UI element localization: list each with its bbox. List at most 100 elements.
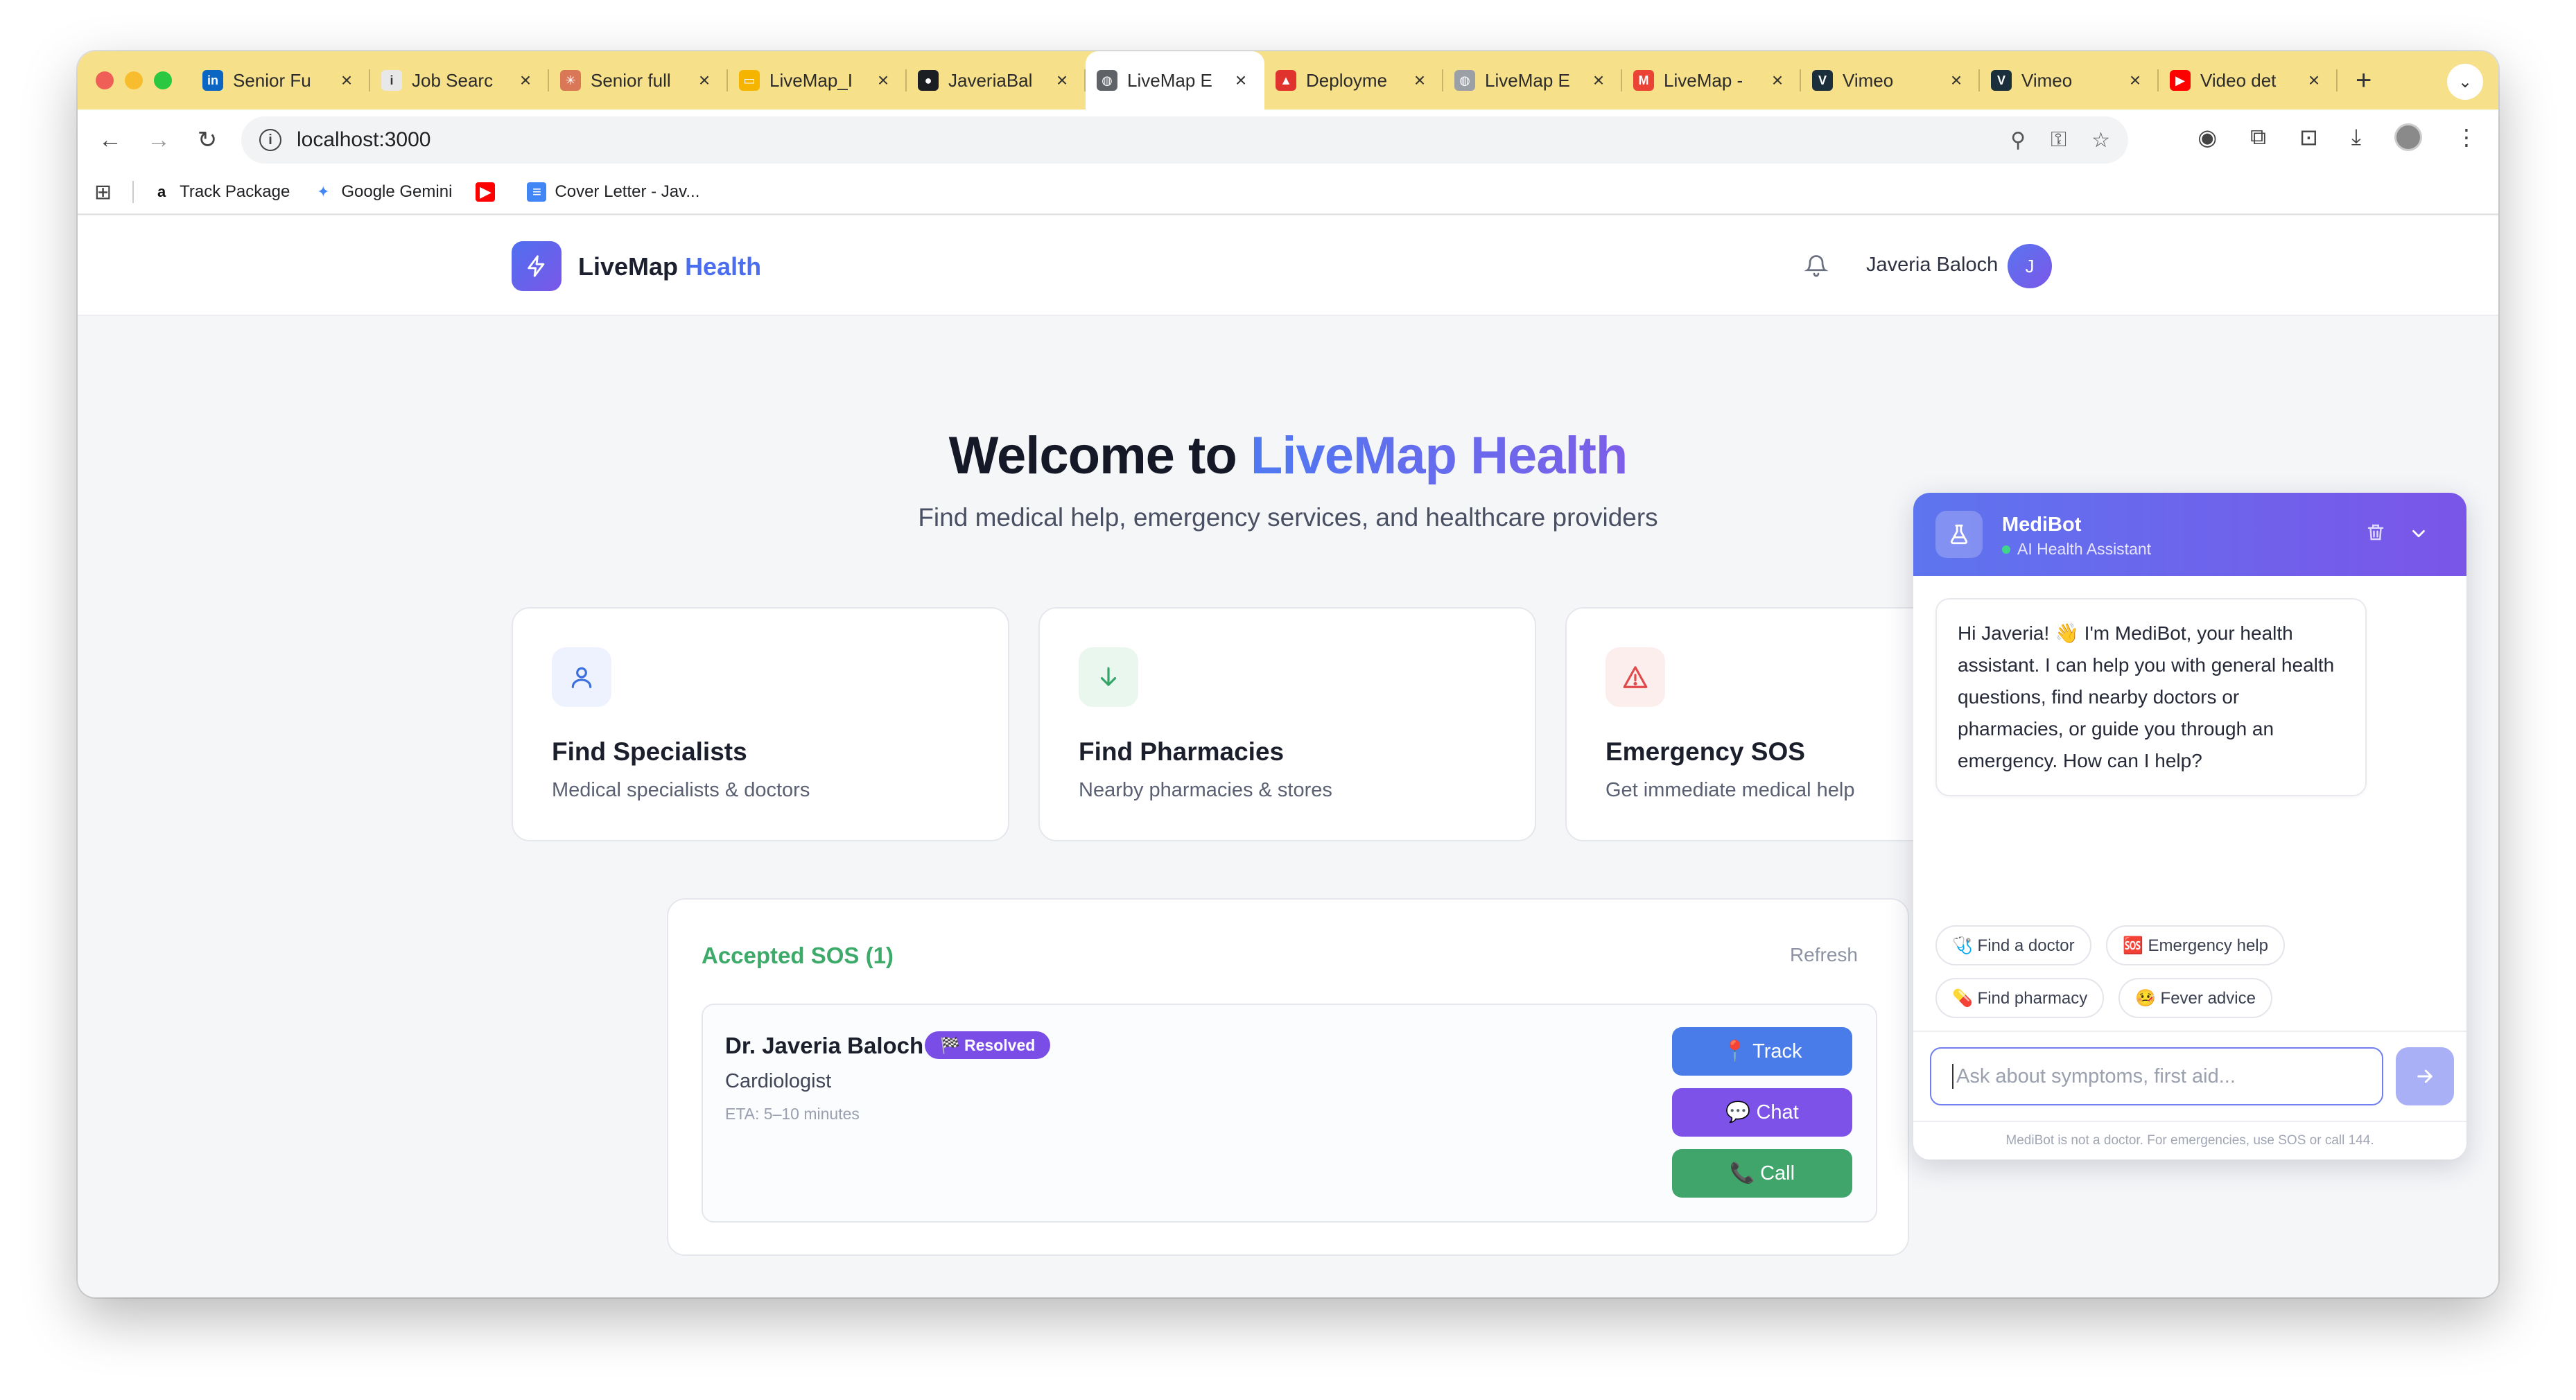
tab-close-icon[interactable]: × [695, 69, 714, 91]
tab-favicon-icon: ◍ [1097, 70, 1117, 91]
sos-request-item: Dr. Javeria Baloch 🏁 Resolved Cardiologi… [702, 1004, 1877, 1223]
bookmark-favicon-icon: ✦ [313, 182, 333, 202]
browser-toolbar: ← → ↻ i localhost:3000 ⚲ ⚿ ☆ ◉ ⧉ ⊡ ⤓ ⋮ [78, 110, 2498, 170]
tab-close-icon[interactable]: × [2304, 69, 2324, 91]
browser-tab[interactable]: ✳ Senior full × [549, 51, 728, 110]
camera-icon[interactable]: ◉ [2198, 124, 2217, 150]
status-badge: 🏁 Resolved [925, 1031, 1051, 1059]
apps-grid-icon[interactable]: ⊞ [94, 180, 112, 204]
tab-favicon-icon: ◍ [1454, 70, 1475, 91]
new-tab-button[interactable]: + [2356, 65, 2372, 96]
tab-close-icon[interactable]: × [1947, 69, 1966, 91]
download-icon[interactable]: ⤓ [2351, 124, 2361, 150]
user-name[interactable]: Javeria Baloch [1866, 254, 1998, 277]
reload-button[interactable]: ↻ [183, 126, 232, 154]
browser-tab[interactable]: ● JaveriaBal × [907, 51, 1086, 110]
back-button[interactable]: ← [86, 127, 134, 154]
browser-tab[interactable]: M LiveMap - × [1622, 51, 1801, 110]
call-button[interactable]: 📞 Call [1672, 1149, 1852, 1198]
quick-reply-find-doctor[interactable]: 🩺 Find a doctor [1935, 925, 2091, 965]
browser-tab[interactable]: ▶ Video det × [2159, 51, 2338, 110]
extensions-icon[interactable]: ⧉ [2250, 124, 2266, 150]
tab-favicon-icon: ● [918, 70, 939, 91]
window-controls [96, 71, 172, 89]
tab-title: Deployme [1306, 69, 1388, 91]
doctor-specialty: Cardiologist [725, 1070, 832, 1092]
tab-close-icon[interactable]: × [337, 69, 356, 91]
browser-window: in Senior Fu × i Job Searc × ✳ Senior full × ▭ Liv… [78, 51, 2498, 1297]
chat-button[interactable]: 💬 Chat [1672, 1088, 1852, 1137]
tab-close-icon[interactable]: × [516, 69, 535, 91]
browser-tab[interactable]: V Vimeo × [1980, 51, 2159, 110]
bookmark-item[interactable]: ≡ Cover Letter - Jav... [527, 182, 699, 202]
maximize-window-button[interactable] [154, 71, 172, 89]
tab-close-icon[interactable]: × [1052, 69, 1072, 91]
card-title: Emergency SOS [1605, 737, 1805, 766]
online-dot-icon [2002, 545, 2010, 554]
refresh-button[interactable]: Refresh [1790, 944, 1858, 966]
tab-title: LiveMap E [1127, 69, 1212, 91]
bookmark-favicon-icon: a [152, 182, 172, 202]
browser-tab[interactable]: V Vimeo × [1801, 51, 1980, 110]
tab-close-icon[interactable]: × [2125, 69, 2145, 91]
quick-reply-find-pharmacy[interactable]: 💊 Find pharmacy [1935, 978, 2105, 1018]
card-find-specialists[interactable]: Find Specialists Medical specialists & d… [512, 607, 1009, 841]
browser-tab[interactable]: ◍ LiveMap E × [1443, 51, 1622, 110]
trash-icon[interactable] [2365, 522, 2386, 546]
browser-tab[interactable]: in Senior Fu × [191, 51, 370, 110]
tab-close-icon[interactable]: × [873, 69, 893, 91]
tab-title: Senior full [591, 69, 671, 91]
tab-search-button[interactable]: ⌄ [2447, 64, 2483, 100]
logo-bolt-icon[interactable] [512, 241, 562, 291]
minimize-window-button[interactable] [125, 71, 143, 89]
send-button[interactable] [2396, 1047, 2454, 1105]
tab-title: Job Searc [412, 69, 494, 91]
tab-close-icon[interactable]: × [1410, 69, 1429, 91]
site-info-icon[interactable]: i [259, 129, 281, 151]
tab-favicon-icon: M [1633, 70, 1654, 91]
address-bar[interactable]: i localhost:3000 ⚲ ⚿ ☆ [241, 116, 2128, 164]
browser-tab[interactable]: i Job Searc × [370, 51, 549, 110]
tab-favicon-icon: ▶ [2170, 70, 2191, 91]
collapse-chevron-icon[interactable] [2408, 523, 2429, 548]
browser-tab[interactable]: ▭ LiveMap_I × [728, 51, 907, 110]
quick-reply-fever-advice[interactable]: 🤒 Fever advice [2118, 978, 2272, 1018]
location-pin-icon[interactable]: ⚲ [2010, 128, 2026, 152]
url-text[interactable]: localhost:3000 [297, 128, 2010, 152]
tab-title: LiveMap_I [769, 69, 853, 91]
tab-close-icon[interactable]: × [1768, 69, 1787, 91]
accepted-sos-panel: Accepted SOS (1) Refresh Dr. Javeria Bal… [667, 898, 1909, 1256]
tab-title: LiveMap E [1485, 69, 1570, 91]
tab-close-icon[interactable]: × [1589, 69, 1608, 91]
app-logo[interactable]: LiveMap Health [578, 252, 761, 281]
chat-input[interactable]: Ask about symptoms, first aid... [1930, 1047, 2383, 1105]
bookmark-star-icon[interactable]: ☆ [2091, 128, 2110, 152]
bookmark-item[interactable]: ✦ Google Gemini [313, 182, 452, 202]
menu-icon[interactable]: ⋮ [2455, 124, 2478, 150]
tab-favicon-icon: V [1812, 70, 1833, 91]
bookmark-item[interactable]: ▶ [476, 182, 503, 202]
medibot-disclaimer: MediBot is not a doctor. For emergencies… [2005, 1133, 2374, 1148]
bell-icon[interactable] [1804, 252, 1829, 282]
sos-panel-title: Accepted SOS (1) [702, 943, 894, 968]
arrow-down-icon [1079, 647, 1138, 707]
bookmark-item[interactable]: a Track Package [152, 182, 290, 202]
bookmark-list: a Track Package ✦ Google Gemini ▶ ≡ Cover Lett… [152, 182, 723, 202]
card-description: Medical specialists & doctors [552, 779, 810, 801]
screenshot-icon[interactable]: ⊡ [2299, 124, 2318, 150]
browser-tab[interactable]: ▲ Deployme × [1264, 51, 1443, 110]
browser-tab[interactable]: ◍ LiveMap E × [1086, 51, 1264, 110]
quick-reply-emergency-help[interactable]: 🆘 Emergency help [2106, 925, 2285, 965]
tab-favicon-icon: i [381, 70, 402, 91]
medibot-status: AI Health Assistant [2002, 540, 2151, 559]
key-icon[interactable]: ⚿ [2051, 128, 2066, 152]
forward-button[interactable]: → [134, 127, 183, 154]
tab-favicon-icon: ✳ [560, 70, 581, 91]
close-window-button[interactable] [96, 71, 114, 89]
user-avatar[interactable]: J [2008, 244, 2052, 288]
track-button[interactable]: 📍 Track [1672, 1027, 1852, 1076]
profile-avatar[interactable] [2394, 123, 2422, 151]
tab-close-icon[interactable]: × [1231, 69, 1251, 91]
bot-message: Hi Javeria! 👋 I'm MediBot, your health a… [1935, 598, 2367, 796]
card-find-pharmacies[interactable]: Find Pharmacies Nearby pharmacies & stor… [1038, 607, 1536, 841]
